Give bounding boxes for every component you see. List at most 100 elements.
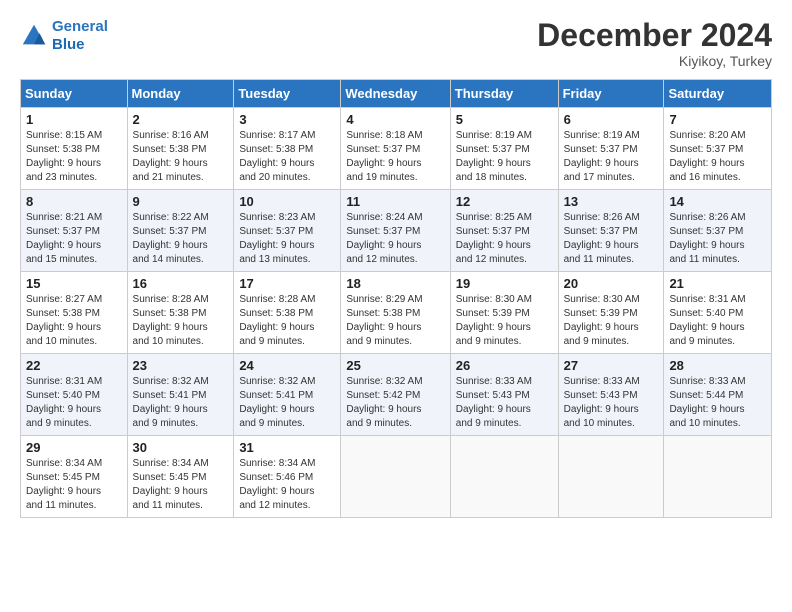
day-info: Sunrise: 8:28 AMSunset: 5:38 PMDaylight:… (239, 293, 335, 349)
logo-icon (20, 22, 48, 50)
calendar-cell: 4 Sunrise: 8:18 AMSunset: 5:37 PMDaylight… (341, 108, 450, 190)
calendar-cell: 16 Sunrise: 8:28 AMSunset: 5:38 PMDayligh… (127, 272, 234, 354)
day-info: Sunrise: 8:19 AMSunset: 5:37 PMDaylight:… (456, 129, 553, 185)
week-row-1: 1Sunrise: 8:15 AMSunset: 5:38 PMDaylight… (21, 108, 772, 190)
day-info: Sunrise: 8:30 AMSunset: 5:39 PMDaylight:… (564, 293, 659, 349)
calendar-cell: 21 Sunrise: 8:31 AMSunset: 5:40 PMDayligh… (664, 272, 772, 354)
column-header-friday: Friday (558, 80, 664, 108)
calendar-cell: 5 Sunrise: 8:19 AMSunset: 5:37 PMDaylight… (450, 108, 558, 190)
day-number: 2 (133, 112, 229, 127)
calendar-cell: 11Sunrise: 8:24 AMSunset: 5:37 PMDayligh… (341, 190, 450, 272)
day-number: 19 (456, 276, 553, 291)
day-number: 24 (239, 358, 335, 373)
calendar-cell: 30 Sunrise: 8:34 AMSunset: 5:45 PMDayligh… (127, 436, 234, 518)
day-info: Sunrise: 8:34 AMSunset: 5:45 PMDaylight:… (26, 457, 122, 513)
header: General Blue December 2024 Kiyikoy, Turk… (20, 18, 772, 69)
calendar-cell: 9Sunrise: 8:22 AMSunset: 5:37 PMDaylight… (127, 190, 234, 272)
day-number: 13 (564, 194, 659, 209)
title-block: December 2024 Kiyikoy, Turkey (537, 18, 772, 69)
calendar-cell: 26Sunrise: 8:33 AMSunset: 5:43 PMDayligh… (450, 354, 558, 436)
day-number: 9 (133, 194, 229, 209)
week-row-2: 8 Sunrise: 8:21 AMSunset: 5:37 PMDaylight… (21, 190, 772, 272)
day-number: 21 (669, 276, 766, 291)
day-info: Sunrise: 8:29 AMSunset: 5:38 PMDaylight:… (346, 293, 444, 349)
calendar-cell (450, 436, 558, 518)
day-info: Sunrise: 8:34 AMSunset: 5:45 PMDaylight:… (133, 457, 229, 513)
day-number: 4 (346, 112, 444, 127)
day-number: 28 (669, 358, 766, 373)
day-info: Sunrise: 8:33 AMSunset: 5:44 PMDaylight:… (669, 375, 766, 431)
day-info: Sunrise: 8:25 AMSunset: 5:37 PMDaylight:… (456, 211, 553, 267)
calendar-cell: 24 Sunrise: 8:32 AMSunset: 5:41 PMDayligh… (234, 354, 341, 436)
day-info: Sunrise: 8:33 AMSunset: 5:43 PMDaylight:… (456, 375, 553, 431)
calendar-cell: 12 Sunrise: 8:25 AMSunset: 5:37 PMDayligh… (450, 190, 558, 272)
day-info: Sunrise: 8:18 AMSunset: 5:37 PMDaylight:… (346, 129, 444, 185)
day-number: 14 (669, 194, 766, 209)
day-number: 7 (669, 112, 766, 127)
week-row-4: 22 Sunrise: 8:31 AMSunset: 5:40 PMDayligh… (21, 354, 772, 436)
day-info: Sunrise: 8:16 AMSunset: 5:38 PMDaylight:… (133, 129, 229, 185)
day-number: 17 (239, 276, 335, 291)
day-number: 22 (26, 358, 122, 373)
calendar-cell: 15Sunrise: 8:27 AMSunset: 5:38 PMDayligh… (21, 272, 128, 354)
day-info: Sunrise: 8:21 AMSunset: 5:37 PMDaylight:… (26, 211, 122, 267)
day-number: 30 (133, 440, 229, 455)
day-info: Sunrise: 8:28 AMSunset: 5:38 PMDaylight:… (133, 293, 229, 349)
calendar-cell: 31 Sunrise: 8:34 AMSunset: 5:46 PMDayligh… (234, 436, 341, 518)
column-header-thursday: Thursday (450, 80, 558, 108)
day-info: Sunrise: 8:31 AMSunset: 5:40 PMDaylight:… (669, 293, 766, 349)
calendar-table: SundayMondayTuesdayWednesdayThursdayFrid… (20, 79, 772, 518)
day-number: 5 (456, 112, 553, 127)
calendar-cell: 18 Sunrise: 8:29 AMSunset: 5:38 PMDayligh… (341, 272, 450, 354)
logo: General Blue (20, 18, 108, 54)
day-number: 20 (564, 276, 659, 291)
calendar-cell (341, 436, 450, 518)
day-info: Sunrise: 8:31 AMSunset: 5:40 PMDaylight:… (26, 375, 122, 431)
calendar-cell: 25Sunrise: 8:32 AMSunset: 5:42 PMDayligh… (341, 354, 450, 436)
page: General Blue December 2024 Kiyikoy, Turk… (0, 0, 792, 612)
day-number: 18 (346, 276, 444, 291)
day-info: Sunrise: 8:20 AMSunset: 5:37 PMDaylight:… (669, 129, 766, 185)
day-number: 16 (133, 276, 229, 291)
calendar-cell: 10 Sunrise: 8:23 AMSunset: 5:37 PMDayligh… (234, 190, 341, 272)
column-header-sunday: Sunday (21, 80, 128, 108)
day-info: Sunrise: 8:17 AMSunset: 5:38 PMDaylight:… (239, 129, 335, 185)
day-number: 23 (133, 358, 229, 373)
calendar-cell: 1Sunrise: 8:15 AMSunset: 5:38 PMDaylight… (21, 108, 128, 190)
day-info: Sunrise: 8:32 AMSunset: 5:42 PMDaylight:… (346, 375, 444, 431)
calendar-cell (558, 436, 664, 518)
calendar-cell: 8 Sunrise: 8:21 AMSunset: 5:37 PMDaylight… (21, 190, 128, 272)
calendar-cell: 14 Sunrise: 8:26 AMSunset: 5:37 PMDayligh… (664, 190, 772, 272)
column-header-monday: Monday (127, 80, 234, 108)
day-number: 3 (239, 112, 335, 127)
calendar-cell: 7 Sunrise: 8:20 AMSunset: 5:37 PMDaylight… (664, 108, 772, 190)
day-number: 12 (456, 194, 553, 209)
day-info: Sunrise: 8:33 AMSunset: 5:43 PMDaylight:… (564, 375, 659, 431)
calendar-cell: 17 Sunrise: 8:28 AMSunset: 5:38 PMDayligh… (234, 272, 341, 354)
day-info: Sunrise: 8:24 AMSunset: 5:37 PMDaylight:… (346, 211, 444, 267)
day-info: Sunrise: 8:32 AMSunset: 5:41 PMDaylight:… (239, 375, 335, 431)
day-info: Sunrise: 8:26 AMSunset: 5:37 PMDaylight:… (564, 211, 659, 267)
calendar-cell: 20 Sunrise: 8:30 AMSunset: 5:39 PMDayligh… (558, 272, 664, 354)
day-number: 15 (26, 276, 122, 291)
day-number: 31 (239, 440, 335, 455)
week-row-3: 15Sunrise: 8:27 AMSunset: 5:38 PMDayligh… (21, 272, 772, 354)
calendar-cell: 22 Sunrise: 8:31 AMSunset: 5:40 PMDayligh… (21, 354, 128, 436)
day-info: Sunrise: 8:23 AMSunset: 5:37 PMDaylight:… (239, 211, 335, 267)
calendar-cell: 27Sunrise: 8:33 AMSunset: 5:43 PMDayligh… (558, 354, 664, 436)
day-number: 8 (26, 194, 122, 209)
location: Kiyikoy, Turkey (537, 53, 772, 69)
day-number: 10 (239, 194, 335, 209)
day-info: Sunrise: 8:19 AMSunset: 5:37 PMDaylight:… (564, 129, 659, 185)
calendar-cell: 23 Sunrise: 8:32 AMSunset: 5:41 PMDayligh… (127, 354, 234, 436)
day-info: Sunrise: 8:26 AMSunset: 5:37 PMDaylight:… (669, 211, 766, 267)
column-header-saturday: Saturday (664, 80, 772, 108)
day-info: Sunrise: 8:15 AMSunset: 5:38 PMDaylight:… (26, 129, 122, 185)
day-info: Sunrise: 8:34 AMSunset: 5:46 PMDaylight:… (239, 457, 335, 513)
calendar-cell: 6Sunrise: 8:19 AMSunset: 5:37 PMDaylight… (558, 108, 664, 190)
calendar-cell: 2 Sunrise: 8:16 AMSunset: 5:38 PMDaylight… (127, 108, 234, 190)
calendar-cell (664, 436, 772, 518)
column-header-tuesday: Tuesday (234, 80, 341, 108)
calendar-cell: 28 Sunrise: 8:33 AMSunset: 5:44 PMDayligh… (664, 354, 772, 436)
day-info: Sunrise: 8:32 AMSunset: 5:41 PMDaylight:… (133, 375, 229, 431)
